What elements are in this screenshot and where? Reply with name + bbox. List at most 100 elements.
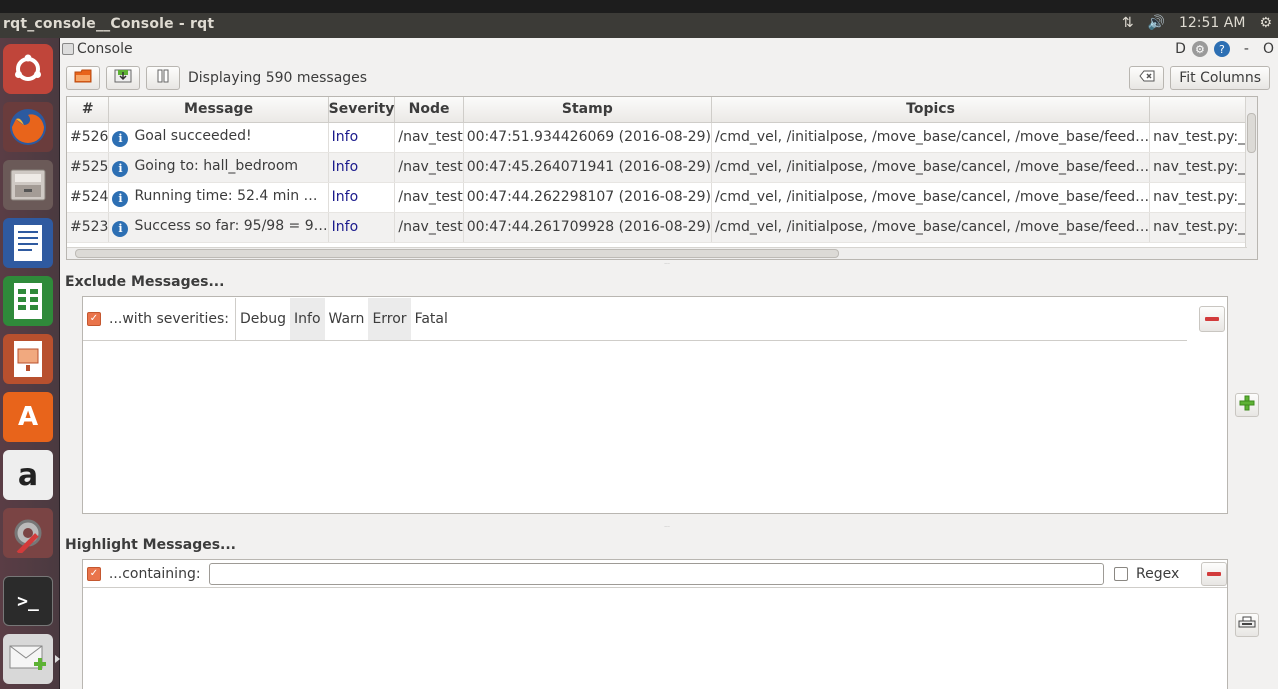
files-icon[interactable]: [3, 160, 53, 210]
severity-option-fatal[interactable]: Fatal: [411, 298, 452, 340]
severity-option-error[interactable]: Error: [368, 297, 411, 340]
top-panel: rqt_console__Console - rqt ⇅ 🔊 12:51 AM …: [0, 0, 1278, 38]
folder-open-icon: [74, 68, 92, 88]
fit-columns-button[interactable]: Fit Columns: [1170, 66, 1270, 90]
message-text: Going to: hall_bedroom: [134, 157, 299, 174]
open-button[interactable]: [66, 66, 100, 90]
pause-icon: [156, 69, 170, 87]
column-header-message[interactable]: Message: [108, 97, 329, 123]
clock[interactable]: 12:51 AM: [1179, 15, 1245, 31]
toolbar: Displaying 590 messages: [66, 66, 367, 90]
message-text: Running time: 52.4 min …: [134, 187, 318, 204]
cell-location: nav_test.py:__init: [1149, 182, 1257, 213]
calc-icon[interactable]: [3, 276, 53, 326]
column-header-num[interactable]: #: [67, 97, 110, 123]
gear-icon[interactable]: ⚙: [1191, 41, 1208, 57]
regex-checkbox[interactable]: [1114, 566, 1129, 581]
info-icon: i: [112, 130, 129, 147]
plugin-icon: [62, 43, 74, 55]
close-button[interactable]: O: [1263, 41, 1274, 57]
splitter-handle[interactable]: ···: [662, 262, 672, 268]
severity-filter-row: ✓ ...with severities: Debug Info Warn Er…: [83, 297, 1187, 341]
console-plugin-header: Console: [62, 41, 133, 57]
cell-node: /nav_test: [394, 122, 464, 153]
column-header-severity[interactable]: Severity: [328, 97, 396, 123]
severity-option-warn[interactable]: Warn: [325, 298, 369, 340]
table-row[interactable]: #525 i Going to: hall_bedroom Info /nav_t…: [67, 152, 1257, 183]
minimize-button[interactable]: -: [1244, 41, 1249, 57]
volume-icon[interactable]: 🔊: [1148, 15, 1165, 31]
severity-filter-checkbox[interactable]: ✓: [87, 311, 101, 326]
vertical-scroll-thumb[interactable]: [1247, 113, 1256, 153]
table-row[interactable]: #526 i Goal succeeded! Info /nav_test 00:…: [67, 122, 1257, 153]
add-exclude-filter-button[interactable]: [1235, 393, 1259, 417]
severity-filter-label: ...with severities:: [109, 310, 229, 327]
column-header-node[interactable]: Node: [394, 97, 464, 123]
firefox-icon[interactable]: [3, 102, 53, 152]
save-icon: [114, 68, 132, 88]
mail-add-icon[interactable]: [3, 634, 53, 684]
severity-option-debug[interactable]: Debug: [236, 298, 290, 340]
ubuntu-dash-icon[interactable]: [3, 44, 53, 94]
cell-topics: /cmd_vel, /initialpose, /move_base/cance…: [711, 182, 1151, 213]
column-header-stamp[interactable]: Stamp: [463, 97, 712, 123]
highlight-filters-panel: ✓ ...containing: Regex: [82, 559, 1228, 689]
cell-message: i Going to: hall_bedroom: [108, 152, 329, 183]
cell-message: i Goal succeeded!: [108, 122, 329, 153]
message-text: Success so far: 95/98 = 9…: [134, 217, 328, 234]
severity-option-info[interactable]: Info: [290, 297, 325, 340]
minus-icon: [1207, 571, 1222, 576]
help-icon[interactable]: ?: [1213, 41, 1230, 57]
highlight-section-title: Highlight Messages...: [65, 537, 237, 553]
add-highlight-filter-button[interactable]: [1235, 613, 1259, 637]
impress-icon[interactable]: [3, 334, 53, 384]
cell-severity: Info: [328, 212, 396, 243]
vertical-scrollbar[interactable]: [1245, 97, 1257, 259]
clear-button[interactable]: [1129, 66, 1165, 90]
terminal-icon[interactable]: >_: [3, 576, 53, 626]
remove-exclude-filter-button[interactable]: [1199, 306, 1225, 332]
network-icon[interactable]: ⇅: [1122, 15, 1134, 31]
title-bar: rqt_console__Console - rqt ⇅ 🔊 12:51 AM …: [0, 13, 1278, 38]
console-title: Console: [77, 41, 133, 57]
highlight-text-input[interactable]: [208, 562, 1105, 585]
column-header-location[interactable]: [1149, 97, 1257, 123]
cell-num: #523: [67, 212, 110, 243]
column-header-topics[interactable]: Topics: [711, 97, 1151, 123]
remove-highlight-filter-button[interactable]: [1201, 561, 1227, 586]
cell-topics: /cmd_vel, /initialpose, /move_base/cance…: [711, 152, 1151, 183]
text-filter-checkbox[interactable]: ✓: [87, 566, 101, 581]
minus-icon: [1205, 317, 1219, 321]
pause-button[interactable]: [146, 66, 180, 90]
rqt-console-window: Console D ⚙ ? - O Displaying 590 message…: [60, 38, 1278, 689]
cell-node: /nav_test: [394, 182, 464, 213]
cell-num: #525: [67, 152, 110, 183]
amazon-icon[interactable]: a: [3, 450, 53, 500]
info-icon: i: [112, 220, 129, 237]
dock-label[interactable]: D: [1175, 41, 1186, 57]
horizontal-scroll-thumb[interactable]: [75, 249, 839, 258]
window-title: rqt_console__Console - rqt: [3, 16, 215, 32]
plus-icon: [1239, 395, 1255, 415]
horizontal-scrollbar[interactable]: [67, 247, 1247, 259]
plugin-controls: D ⚙ ? - O: [1175, 41, 1274, 57]
save-button[interactable]: [106, 66, 140, 90]
cell-location: nav_test.py:__init: [1149, 152, 1257, 183]
cell-severity: Info: [328, 152, 396, 183]
system-settings-icon[interactable]: [3, 508, 53, 558]
exclude-filters-panel: ✓ ...with severities: Debug Info Warn Er…: [82, 296, 1228, 514]
table-header-row: # Message Severity Node Stamp Topics: [67, 97, 1257, 123]
settings-gear-icon[interactable]: ⚙: [1259, 15, 1272, 31]
writer-icon[interactable]: [3, 218, 53, 268]
table-row[interactable]: #523 i Success so far: 95/98 = 9… Info /n…: [67, 212, 1257, 243]
cell-severity: Info: [328, 182, 396, 213]
cell-stamp: 00:47:45.264071941 (2016-08-29): [463, 152, 712, 183]
table-row[interactable]: #524 i Running time: 52.4 min … Info /nav…: [67, 182, 1257, 213]
splitter-handle[interactable]: ···: [662, 525, 672, 531]
messages-table[interactable]: # Message Severity Node Stamp Topics #52…: [66, 96, 1258, 260]
cell-node: /nav_test: [394, 152, 464, 183]
cell-message: i Success so far: 95/98 = 9…: [108, 212, 329, 243]
text-filter-row: ✓ ...containing: Regex: [83, 560, 1227, 588]
software-center-icon[interactable]: A: [3, 392, 53, 442]
cell-stamp: 00:47:51.934426069 (2016-08-29): [463, 122, 712, 153]
